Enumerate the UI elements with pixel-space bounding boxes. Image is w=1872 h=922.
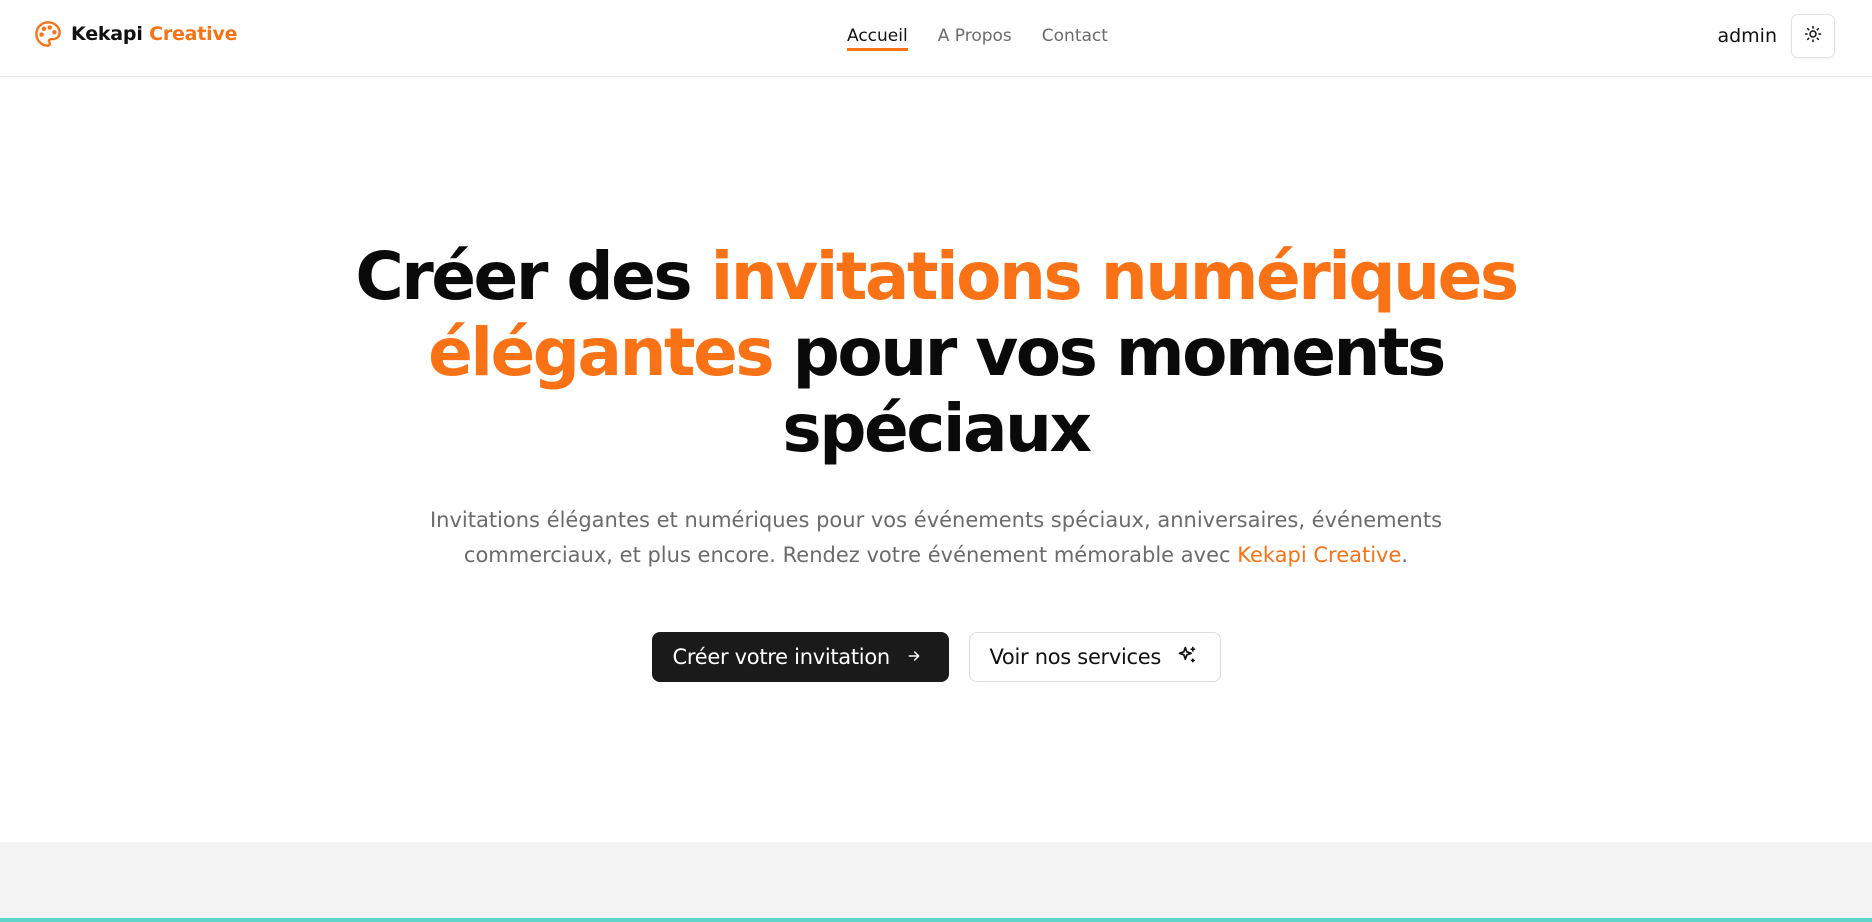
palette-icon — [34, 20, 62, 48]
brand-name: Kekapi Creative — [71, 23, 238, 45]
nav-item-accueil[interactable]: Accueil — [847, 26, 908, 51]
create-invitation-label: Créer votre invitation — [672, 645, 891, 669]
brand-logo-link[interactable]: Kekapi Creative — [34, 20, 238, 48]
next-section-background — [0, 842, 1872, 922]
create-invitation-button[interactable]: Créer votre invitation — [651, 632, 949, 682]
hero-title: Créer des invitations numériques élégant… — [336, 239, 1536, 467]
arrow-right-icon — [906, 645, 922, 669]
hero-title-part2: pour vos moments spéciaux — [772, 314, 1446, 467]
main-nav: Accueil A Propos Contact — [847, 26, 1108, 51]
view-services-label: Voir nos services — [989, 645, 1162, 669]
hero-title-part1: Créer des — [355, 238, 711, 315]
hero-section: Créer des invitations numériques élégant… — [0, 77, 1872, 842]
hero-subtitle: Invitations élégantes et numériques pour… — [386, 503, 1486, 573]
hero-cta-row: Créer votre invitation Voir nos services — [0, 632, 1872, 682]
hero-subtitle-end: . — [1401, 543, 1409, 567]
next-section-accent-line — [0, 918, 1872, 922]
brand-name-part2: Creative — [149, 23, 238, 45]
view-services-button[interactable]: Voir nos services — [968, 632, 1221, 682]
nav-item-contact[interactable]: Contact — [1042, 26, 1108, 51]
hero-subtitle-brand-link[interactable]: Kekapi Creative — [1237, 543, 1401, 567]
theme-toggle-button[interactable] — [1791, 14, 1835, 58]
nav-item-a-propos[interactable]: A Propos — [938, 26, 1012, 51]
sun-icon — [1804, 25, 1822, 47]
brand-name-part1: Kekapi — [71, 23, 143, 45]
sparkles-icon — [1177, 645, 1197, 670]
user-menu[interactable]: admin — [1717, 25, 1777, 47]
site-header: Kekapi Creative Accueil A Propos Contact… — [0, 0, 1872, 77]
header-actions: admin — [1717, 14, 1835, 58]
